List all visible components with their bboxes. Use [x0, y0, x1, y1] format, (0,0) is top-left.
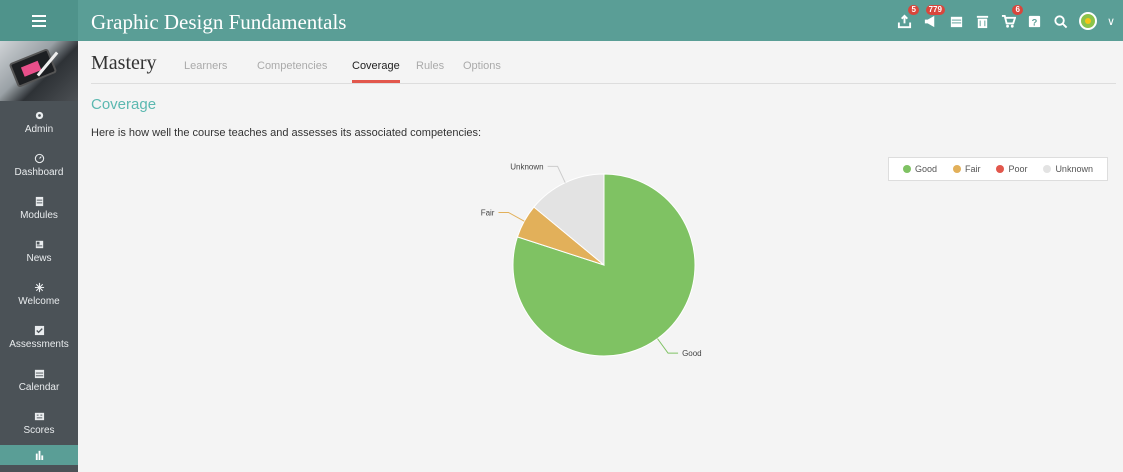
- sidebar-item-calendar[interactable]: Calendar: [0, 359, 78, 402]
- sidebar-item-label: Calendar: [18, 382, 60, 393]
- scores-icon: [34, 412, 44, 421]
- legend-item-poor[interactable]: Poor: [996, 164, 1027, 174]
- legend-label: Good: [914, 164, 938, 174]
- top-bar: Graphic Design Fundamentals 5 779 6 ? ∨: [0, 0, 1123, 41]
- tab-learners[interactable]: Learners: [184, 60, 227, 72]
- pie-label-good: Good: [682, 349, 702, 358]
- assessments-icon: [34, 325, 44, 336]
- bar-chart-icon: [35, 450, 43, 460]
- pie-leader-good: [657, 338, 679, 354]
- search-icon[interactable]: [1053, 13, 1069, 29]
- legend-swatch: [1043, 165, 1052, 173]
- sidebar-item-assessments[interactable]: Assessments: [0, 316, 78, 359]
- sidebar-item-scores[interactable]: Scores: [0, 402, 78, 445]
- legend-label: Fair: [964, 164, 981, 174]
- sidebar-item-dashboard[interactable]: Dashboard: [0, 144, 78, 187]
- tabs-row: Mastery Learners Competencies Coverage R…: [91, 52, 1116, 84]
- trash-icon[interactable]: [975, 13, 991, 29]
- sidebar-item-label: Scores: [23, 425, 55, 436]
- legend-item-good[interactable]: Good: [902, 164, 938, 174]
- welcome-icon: [34, 282, 44, 293]
- modules-icon: [35, 196, 43, 207]
- course-thumbnail[interactable]: [0, 41, 78, 101]
- sidebar-item-label: Welcome: [18, 296, 60, 307]
- sidebar-item-mastery[interactable]: [0, 445, 78, 465]
- legend-swatch: [902, 165, 911, 173]
- sidebar-item-label: Modules: [20, 210, 58, 221]
- tab-competencies[interactable]: Competencies: [257, 60, 327, 72]
- cart-badge: 6: [1012, 5, 1023, 15]
- intro-text: Here is how well the course teaches and …: [91, 127, 482, 139]
- legend-label: Poor: [1008, 164, 1028, 174]
- legend-item-unknown[interactable]: Unknown: [1043, 164, 1093, 174]
- tab-coverage[interactable]: Coverage: [352, 60, 400, 83]
- svg-text:?: ?: [1032, 17, 1038, 27]
- pie-label-unknown: Unknown: [510, 162, 543, 171]
- sidebar-item-label: Admin: [24, 124, 54, 135]
- menu-icon[interactable]: [0, 0, 78, 41]
- section-title: Coverage: [91, 96, 157, 113]
- sidebar-item-label: Assessments: [9, 339, 69, 350]
- sidebar-item-modules[interactable]: Modules: [0, 187, 78, 230]
- megaphone-icon[interactable]: 779: [923, 5, 945, 29]
- upload-icon[interactable]: 5: [897, 5, 919, 29]
- tab-rules[interactable]: Rules: [416, 60, 444, 72]
- sidebar-item-admin[interactable]: Admin: [0, 101, 78, 144]
- sidebar-item-welcome[interactable]: Welcome: [0, 273, 78, 316]
- user-avatar[interactable]: [1078, 12, 1097, 30]
- news-icon: [35, 240, 43, 249]
- coverage-pie-chart: Good Fair Unknown: [481, 162, 702, 358]
- gear-icon: [35, 111, 43, 120]
- sidebar-item-label: Dashboard: [14, 167, 64, 178]
- course-title[interactable]: Graphic Design Fundamentals: [91, 10, 346, 35]
- megaphone-badge: 779: [925, 5, 945, 15]
- calendar-icon[interactable]: [949, 13, 965, 29]
- sidebar-item-news[interactable]: News: [0, 230, 78, 273]
- cart-icon[interactable]: 6: [1001, 5, 1023, 29]
- page-title: Mastery: [91, 52, 157, 74]
- tab-options[interactable]: Options: [463, 60, 501, 72]
- legend-swatch: [952, 165, 961, 173]
- calendar-icon: [34, 369, 44, 379]
- legend-swatch: [996, 165, 1005, 173]
- sidebar: Admin Dashboard Modules News Welcome Ass…: [0, 41, 78, 472]
- dashboard-icon: [34, 153, 44, 164]
- legend-item-fair[interactable]: Fair: [952, 164, 981, 174]
- sidebar-item-label: News: [26, 253, 52, 264]
- top-icons: 5 779 6 ? ∨: [897, 5, 1115, 34]
- chevron-down-icon[interactable]: ∨: [1107, 15, 1115, 28]
- legend-label: Unknown: [1055, 164, 1093, 174]
- chart-legend: Good Fair Poor Unknown: [888, 157, 1108, 181]
- pie-label-fair: Fair: [481, 208, 495, 217]
- pie-leader-fair: [498, 211, 525, 222]
- help-icon[interactable]: ?: [1027, 13, 1043, 29]
- upload-badge: 5: [908, 5, 919, 15]
- pie-leader-unknown: [547, 165, 566, 183]
